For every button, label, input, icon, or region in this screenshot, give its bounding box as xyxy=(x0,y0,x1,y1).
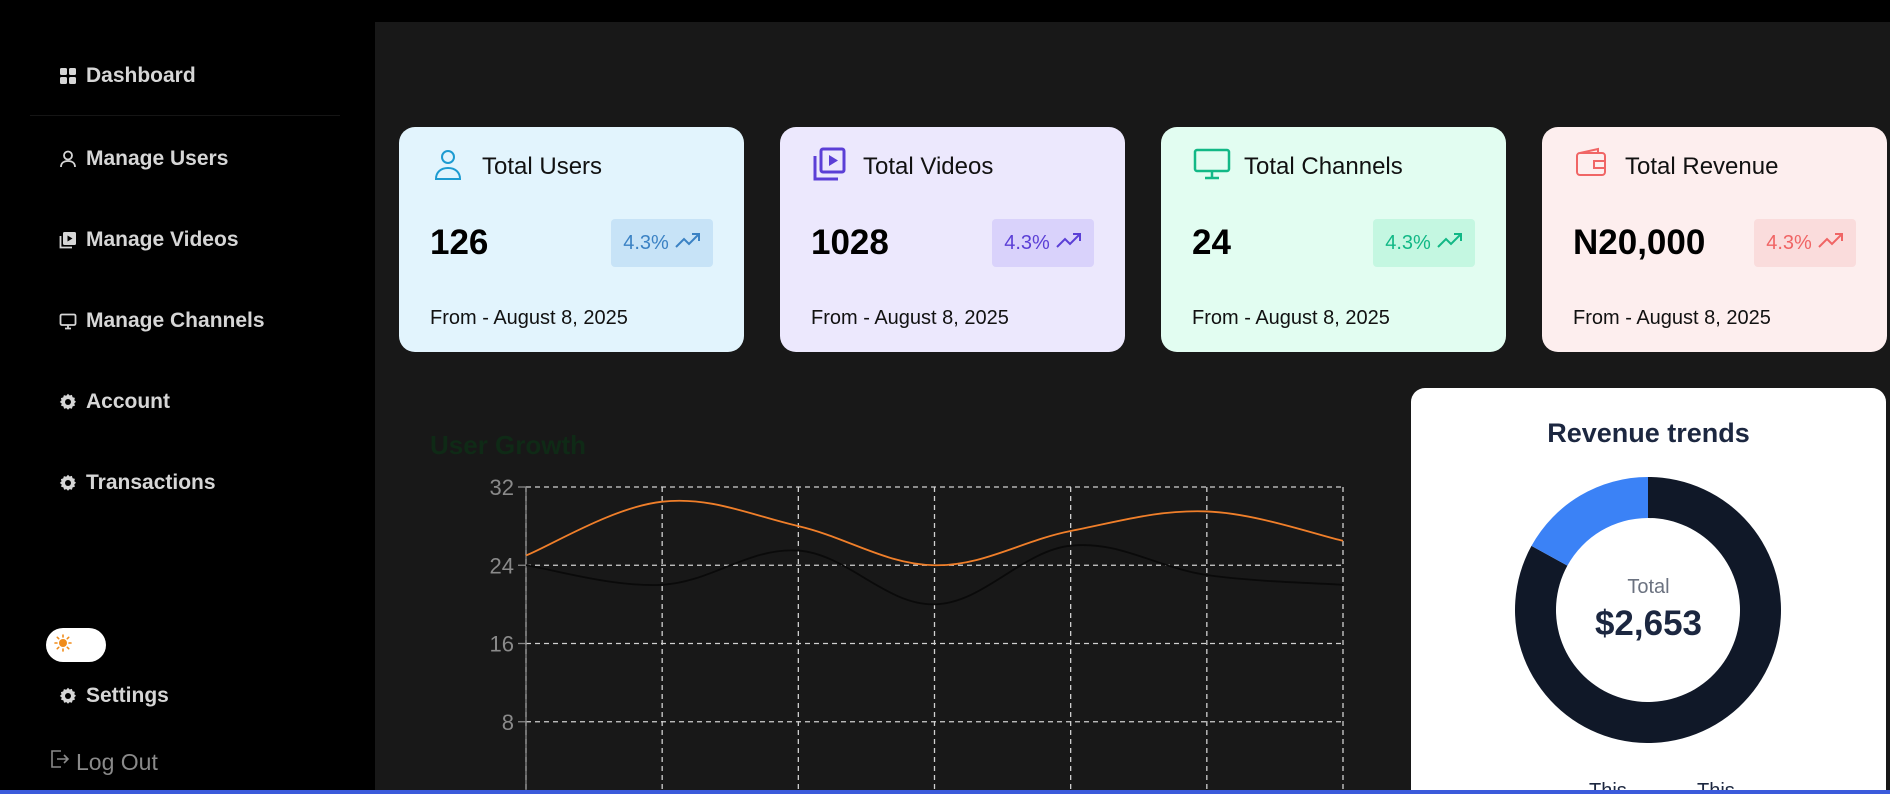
card-value: 126 xyxy=(430,223,489,262)
sidebar-item-transactions[interactable]: Transactions xyxy=(58,471,216,495)
card-title: Total Videos xyxy=(863,153,994,180)
stat-card-users: Total Users 126 4.3% From - August 8, 20… xyxy=(399,127,744,352)
monitor-icon xyxy=(58,311,78,331)
revenue-trends-card: Revenue trends Total $2,653 This This xyxy=(1411,388,1886,794)
theme-toggle[interactable] xyxy=(46,628,106,662)
sidebar-item-label: Manage Channels xyxy=(86,309,265,332)
donut-slice-1 xyxy=(1531,477,1648,566)
card-footer: From - August 8, 2025 xyxy=(1573,307,1771,329)
card-footer: From - August 8, 2025 xyxy=(811,307,1009,329)
sidebar-item-dashboard[interactable]: Dashboard xyxy=(58,64,196,88)
bottom-border xyxy=(0,790,1890,794)
trend-up-icon xyxy=(1056,231,1082,255)
sidebar-item-settings[interactable]: Settings xyxy=(58,684,169,708)
sidebar-item-label: Account xyxy=(86,390,170,413)
sun-icon xyxy=(54,633,72,657)
gear-icon xyxy=(58,473,78,493)
user-icon xyxy=(431,147,465,181)
gear-icon xyxy=(58,686,78,706)
trend-up-icon xyxy=(1437,231,1463,255)
sidebar-item-account[interactable]: Account xyxy=(58,390,170,414)
sidebar-item-label: Manage Users xyxy=(86,147,229,170)
logout-icon xyxy=(48,748,70,776)
video-icon xyxy=(812,147,846,181)
wallet-icon xyxy=(1574,147,1608,181)
change-badge: 4.3% xyxy=(992,219,1094,267)
sidebar: Dashboard Manage Users Manage Videos Man… xyxy=(0,0,375,794)
stat-card-videos: Total Videos 1028 4.3% From - August 8, … xyxy=(780,127,1125,352)
donut-total-label: Total xyxy=(1627,576,1670,598)
user-icon xyxy=(58,149,78,169)
trend-up-icon xyxy=(1818,231,1844,255)
logout-label: Log Out xyxy=(76,748,158,775)
card-footer: From - August 8, 2025 xyxy=(430,307,628,329)
sidebar-item-label: Manage Videos xyxy=(86,228,239,251)
sidebar-item-manage-users[interactable]: Manage Users xyxy=(58,147,228,171)
card-value: N20,000 xyxy=(1573,223,1706,262)
change-value: 4.3% xyxy=(623,231,669,254)
stat-card-revenue: Total Revenue N20,000 4.3% From - August… xyxy=(1542,127,1887,352)
card-title: Total Revenue xyxy=(1625,153,1779,180)
change-value: 4.3% xyxy=(1385,231,1431,254)
change-badge: 4.3% xyxy=(1373,219,1475,267)
video-icon xyxy=(58,230,78,250)
donut-total-value: $2,653 xyxy=(1594,604,1703,643)
sidebar-item-label: Settings xyxy=(86,684,169,707)
stat-card-channels: Total Channels 24 4.3% From - August 8, … xyxy=(1161,127,1506,352)
sidebar-item-label: Dashboard xyxy=(86,64,196,87)
sidebar-item-label: Transactions xyxy=(86,471,216,494)
card-value: 24 xyxy=(1192,223,1231,262)
sidebar-divider xyxy=(30,115,340,116)
card-footer: From - August 8, 2025 xyxy=(1192,307,1390,329)
change-value: 4.3% xyxy=(1004,231,1050,254)
card-title: Total Channels xyxy=(1244,153,1403,180)
sidebar-item-manage-videos[interactable]: Manage Videos xyxy=(58,228,239,252)
card-title: Total Users xyxy=(482,153,603,180)
logout-button[interactable]: Log Out xyxy=(48,748,158,776)
change-value: 4.3% xyxy=(1766,231,1812,254)
trend-up-icon xyxy=(675,231,701,255)
card-value: 1028 xyxy=(811,223,889,262)
user-growth-title: User Growth xyxy=(430,430,587,460)
change-badge: 4.3% xyxy=(611,219,713,267)
change-badge: 4.3% xyxy=(1754,219,1856,267)
gear-icon xyxy=(58,392,78,412)
grid-icon xyxy=(58,66,78,86)
sidebar-item-manage-channels[interactable]: Manage Channels xyxy=(58,309,265,333)
monitor-icon xyxy=(1193,147,1231,181)
